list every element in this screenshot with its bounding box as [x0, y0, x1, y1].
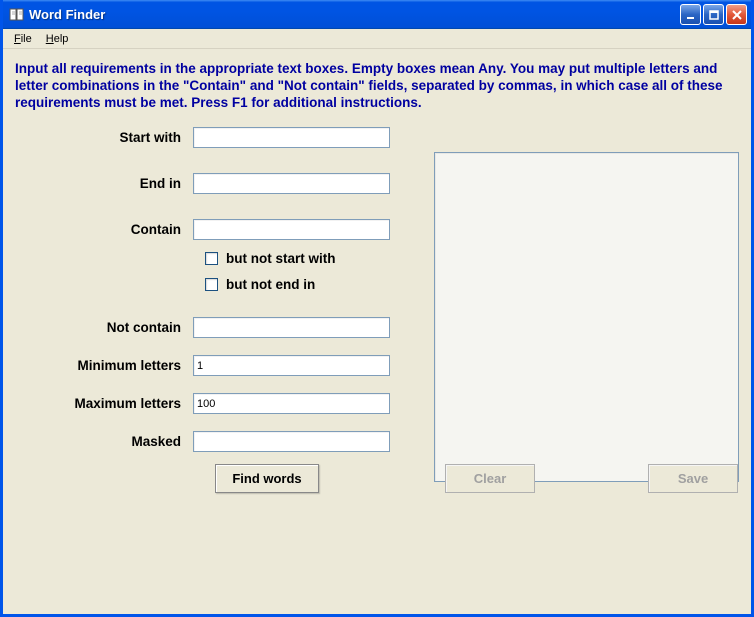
not-contain-input[interactable]: [193, 317, 390, 338]
titlebar[interactable]: Word Finder: [3, 0, 751, 29]
maximize-button[interactable]: [703, 4, 724, 25]
but-not-start-with-label: but not start with: [226, 251, 335, 266]
menubar: File Help: [3, 29, 751, 49]
window-title: Word Finder: [29, 7, 680, 22]
minimum-letters-input[interactable]: [193, 355, 390, 376]
contain-label: Contain: [15, 222, 193, 237]
menu-file[interactable]: File: [7, 31, 39, 47]
but-not-end-in-checkbox[interactable]: [205, 278, 218, 291]
app-icon: [9, 7, 25, 23]
maximum-letters-label: Maximum letters: [15, 396, 193, 411]
clear-button[interactable]: Clear: [445, 464, 535, 493]
start-with-input[interactable]: [193, 127, 390, 148]
masked-label: Masked: [15, 434, 193, 449]
end-in-input[interactable]: [193, 173, 390, 194]
but-not-end-in-label: but not end in: [226, 277, 315, 292]
results-listbox[interactable]: [434, 152, 739, 482]
content-area: Input all requirements in the appropriat…: [3, 49, 751, 614]
save-button[interactable]: Save: [648, 464, 738, 493]
app-window: Word Finder File Help Input all requirem…: [0, 0, 754, 617]
but-not-start-with-checkbox[interactable]: [205, 252, 218, 265]
window-controls: [680, 4, 747, 25]
not-contain-label: Not contain: [15, 320, 193, 335]
maximum-letters-input[interactable]: [193, 393, 390, 414]
masked-input[interactable]: [193, 431, 390, 452]
menu-help[interactable]: Help: [39, 31, 76, 47]
start-with-label: Start with: [15, 130, 193, 145]
contain-input[interactable]: [193, 219, 390, 240]
minimize-button[interactable]: [680, 4, 701, 25]
form-area: Start with End in Contain but not start …: [15, 122, 739, 498]
instructions-text: Input all requirements in the appropriat…: [15, 61, 739, 112]
end-in-label: End in: [15, 176, 193, 191]
minimum-letters-label: Minimum letters: [15, 358, 193, 373]
find-words-button[interactable]: Find words: [215, 464, 319, 493]
close-button[interactable]: [726, 4, 747, 25]
